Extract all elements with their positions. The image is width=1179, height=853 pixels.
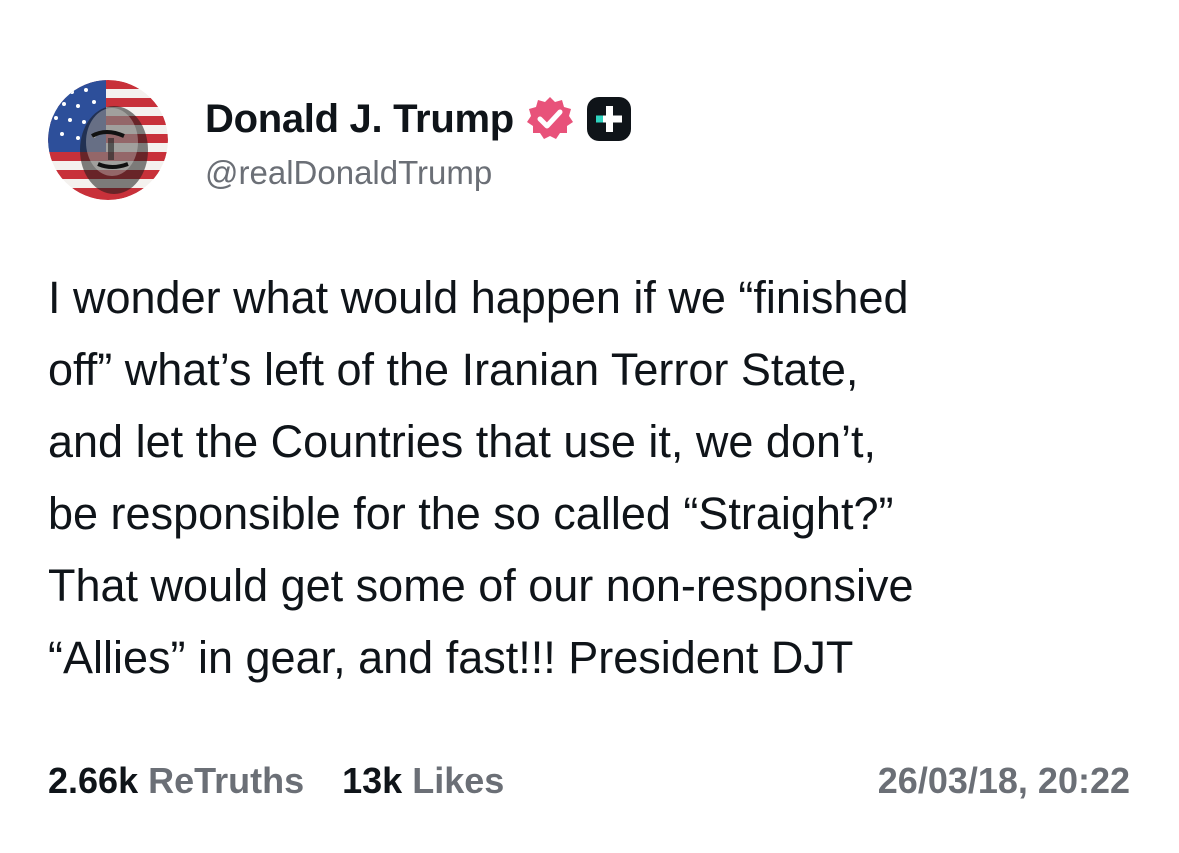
verified-badge-icon xyxy=(526,95,574,143)
avatar-flag-portrait-icon xyxy=(48,80,168,200)
author-handle[interactable]: @realDonaldTrump xyxy=(205,154,492,192)
retruths-count: 2.66k xyxy=(48,760,139,801)
post-text-line: be responsible for the so called “Straig… xyxy=(48,488,894,539)
likes-count: 13k xyxy=(342,760,403,801)
likes-stat[interactable]: 13k Likes xyxy=(342,760,504,802)
retruths-label: ReTruths xyxy=(148,760,305,801)
truth-post: Donald J. Trump @realDonaldTrump I wonde… xyxy=(0,0,1179,853)
post-text-line: That would get some of our non-responsiv… xyxy=(48,560,914,611)
post-timestamp[interactable]: 26/03/18, 20:22 xyxy=(878,760,1130,802)
post-text-line: off” what’s left of the Iranian Terror S… xyxy=(48,344,859,395)
post-text-line: and let the Countries that use it, we do… xyxy=(48,416,876,467)
post-footer: 2.66k ReTruths 13k Likes 26/03/18, 20:22 xyxy=(48,758,1130,804)
author-display-name[interactable]: Donald J. Trump xyxy=(205,97,514,142)
retruths-stat[interactable]: 2.66k ReTruths xyxy=(48,760,304,802)
author-avatar[interactable] xyxy=(48,80,168,200)
plus-badge-icon xyxy=(586,96,632,142)
author-name-row: Donald J. Trump xyxy=(205,94,632,144)
likes-label: Likes xyxy=(412,760,505,801)
post-text-line: “Allies” in gear, and fast!!! President … xyxy=(48,632,854,683)
post-text-line: I wonder what would happen if we “finish… xyxy=(48,272,909,323)
post-body-text: I wonder what would happen if we “finish… xyxy=(48,262,1138,694)
